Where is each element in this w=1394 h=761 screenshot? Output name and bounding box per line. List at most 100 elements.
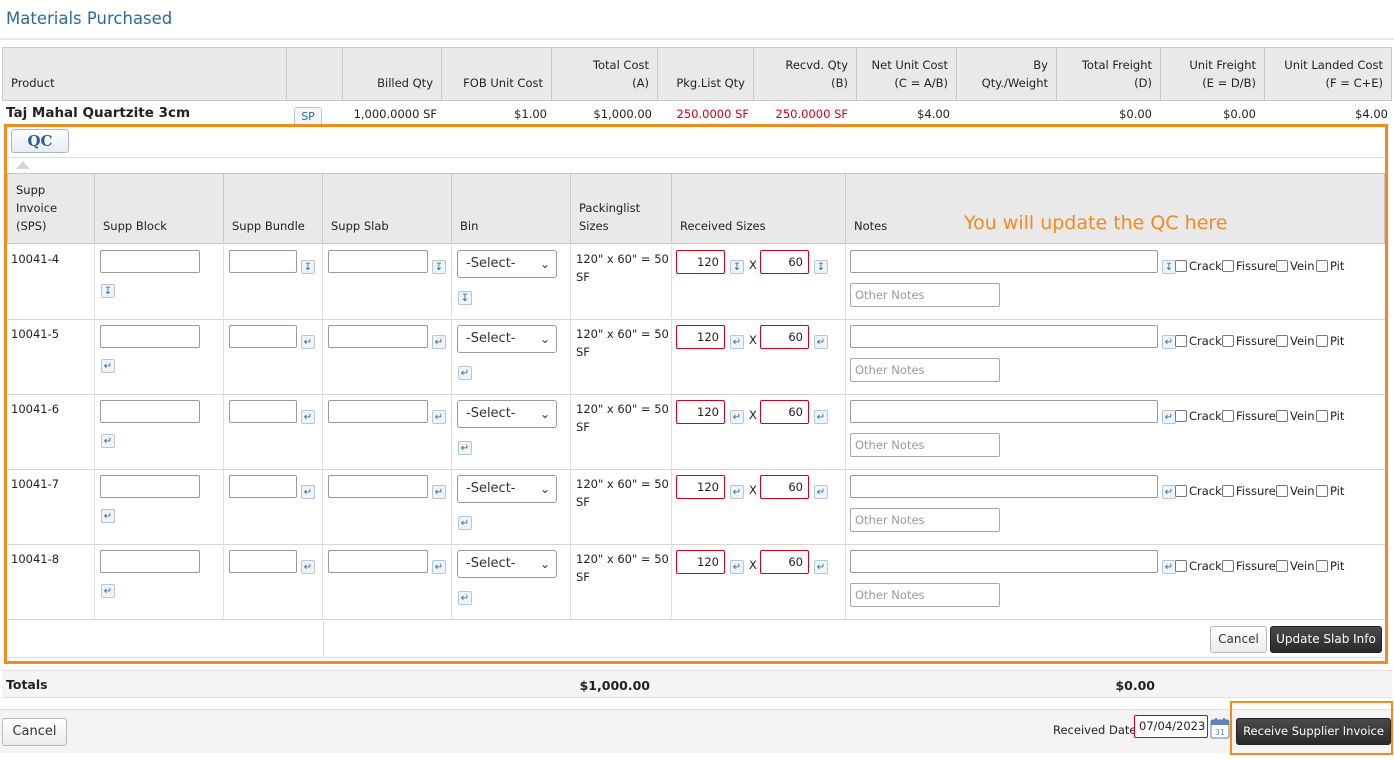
copy-down-icon[interactable]: ↵ [432, 335, 446, 349]
copy-down-icon[interactable]: ↵ [101, 359, 115, 373]
supp-slab-input[interactable] [328, 475, 428, 498]
received-date-input[interactable]: 07/04/2023 [1134, 715, 1208, 738]
copy-down-icon[interactable]: ↵ [814, 560, 828, 574]
copy-down-icon[interactable]: ↵ [301, 335, 315, 349]
vein-checkbox[interactable] [1276, 410, 1288, 422]
fissure-checkbox[interactable] [1222, 335, 1234, 347]
notes-input[interactable] [850, 325, 1158, 348]
received-height-input[interactable]: 60 [760, 550, 809, 574]
copy-down-icon[interactable]: ↵ [101, 584, 115, 598]
copy-down-icon[interactable]: ↵ [101, 434, 115, 448]
copy-down-icon[interactable]: ↵ [458, 591, 472, 605]
received-width-input[interactable]: 120 [676, 550, 725, 574]
notes-input[interactable] [850, 400, 1158, 423]
pit-checkbox[interactable] [1316, 260, 1328, 272]
calendar-icon[interactable]: 31 [1210, 717, 1230, 739]
supp-block-input[interactable] [100, 400, 200, 423]
supp-block-input[interactable] [100, 550, 200, 573]
supp-bundle-input[interactable] [229, 250, 297, 273]
copy-down-icon[interactable]: ↵ [458, 441, 472, 455]
copy-down-icon[interactable]: ↵ [1162, 335, 1176, 349]
supp-block-input[interactable] [100, 325, 200, 348]
copy-down-icon[interactable]: ↵ [814, 410, 828, 424]
vein-checkbox[interactable] [1276, 560, 1288, 572]
qc-button[interactable]: QC [11, 129, 69, 153]
pit-checkbox[interactable] [1316, 410, 1328, 422]
fissure-checkbox[interactable] [1222, 260, 1234, 272]
copy-down-icon[interactable]: ↵ [730, 410, 744, 424]
copy-down-icon[interactable]: ↵ [101, 509, 115, 523]
bin-select[interactable]: -Select- ⌄ [457, 325, 557, 353]
received-width-input[interactable]: 120 [676, 325, 725, 349]
copy-down-icon[interactable]: ↧ [730, 260, 744, 274]
copy-down-icon[interactable]: ↵ [730, 335, 744, 349]
copy-down-icon[interactable]: ↵ [432, 560, 446, 574]
other-notes-input[interactable]: Other Notes [850, 433, 1000, 457]
received-height-input[interactable]: 60 [760, 475, 809, 499]
pit-checkbox[interactable] [1316, 560, 1328, 572]
crack-checkbox[interactable] [1175, 410, 1187, 422]
received-width-input[interactable]: 120 [676, 400, 725, 424]
copy-down-icon[interactable]: ↵ [458, 516, 472, 530]
copy-down-icon[interactable]: ↵ [301, 485, 315, 499]
received-width-input[interactable]: 120 [676, 475, 725, 499]
copy-down-icon[interactable]: ↵ [1162, 560, 1176, 574]
supp-slab-input[interactable] [328, 325, 428, 348]
copy-down-icon[interactable]: ↵ [432, 410, 446, 424]
bin-select[interactable]: -Select- ⌄ [457, 400, 557, 428]
copy-down-icon[interactable]: ↧ [432, 260, 446, 274]
other-notes-input[interactable]: Other Notes [850, 583, 1000, 607]
update-slab-info-button[interactable]: Update Slab Info [1270, 626, 1382, 653]
other-notes-input[interactable]: Other Notes [850, 283, 1000, 307]
fissure-checkbox[interactable] [1222, 560, 1234, 572]
copy-down-icon[interactable]: ↵ [1162, 410, 1176, 424]
copy-down-icon[interactable]: ↵ [730, 560, 744, 574]
supp-slab-input[interactable] [328, 550, 428, 573]
supp-slab-input[interactable] [328, 250, 428, 273]
supp-bundle-input[interactable] [229, 475, 297, 498]
bin-select[interactable]: -Select- ⌄ [457, 550, 557, 578]
received-height-input[interactable]: 60 [760, 325, 809, 349]
copy-down-icon[interactable]: ↵ [432, 485, 446, 499]
crack-checkbox[interactable] [1175, 335, 1187, 347]
crack-checkbox[interactable] [1175, 485, 1187, 497]
vein-checkbox[interactable] [1276, 335, 1288, 347]
cancel-button[interactable]: Cancel [2, 718, 67, 746]
crack-checkbox[interactable] [1175, 560, 1187, 572]
copy-down-icon[interactable]: ↵ [730, 485, 744, 499]
supp-bundle-input[interactable] [229, 400, 297, 423]
fissure-checkbox[interactable] [1222, 410, 1234, 422]
supp-bundle-input[interactable] [229, 550, 297, 573]
notes-input[interactable] [850, 550, 1158, 573]
copy-down-icon[interactable]: ↧ [814, 260, 828, 274]
copy-down-icon[interactable]: ↵ [301, 410, 315, 424]
copy-down-icon[interactable]: ↧ [458, 291, 472, 305]
other-notes-input[interactable]: Other Notes [850, 358, 1000, 382]
vein-checkbox[interactable] [1276, 485, 1288, 497]
received-height-input[interactable]: 60 [760, 400, 809, 424]
copy-down-icon[interactable]: ↧ [101, 284, 115, 298]
pit-checkbox[interactable] [1316, 485, 1328, 497]
other-notes-input[interactable]: Other Notes [850, 508, 1000, 532]
copy-down-icon[interactable]: ↵ [301, 560, 315, 574]
supp-block-input[interactable] [100, 250, 200, 273]
supp-block-input[interactable] [100, 475, 200, 498]
vein-checkbox[interactable] [1276, 260, 1288, 272]
received-width-input[interactable]: 120 [676, 250, 725, 274]
copy-down-icon[interactable]: ↧ [1162, 260, 1176, 274]
copy-down-icon[interactable]: ↵ [814, 485, 828, 499]
supp-slab-input[interactable] [328, 400, 428, 423]
copy-down-icon[interactable]: ↧ [301, 260, 315, 274]
notes-input[interactable] [850, 250, 1158, 273]
bin-select[interactable]: -Select- ⌄ [457, 250, 557, 278]
received-height-input[interactable]: 60 [760, 250, 809, 274]
copy-down-icon[interactable]: ↵ [458, 366, 472, 380]
copy-down-icon[interactable]: ↵ [1162, 485, 1176, 499]
copy-down-icon[interactable]: ↵ [814, 335, 828, 349]
supp-bundle-input[interactable] [229, 325, 297, 348]
fissure-checkbox[interactable] [1222, 485, 1234, 497]
qc-cancel-button[interactable]: Cancel [1210, 626, 1267, 653]
crack-checkbox[interactable] [1175, 260, 1187, 272]
bin-select[interactable]: -Select- ⌄ [457, 475, 557, 503]
notes-input[interactable] [850, 475, 1158, 498]
